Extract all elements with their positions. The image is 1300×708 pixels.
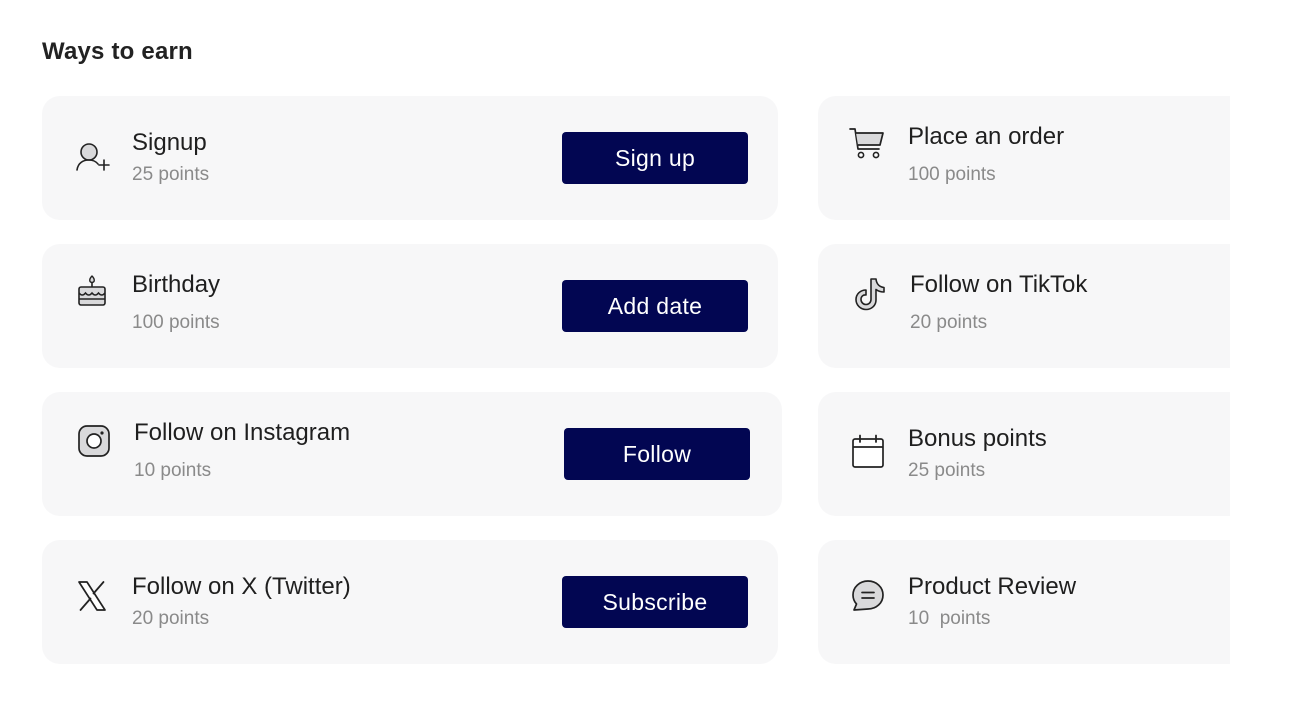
earn-card-title: Follow on TikTok (910, 271, 1088, 298)
sign-up-button[interactable]: Sign up (562, 132, 748, 184)
earn-card-title: Follow on X (Twitter) (132, 573, 351, 600)
subscribe-button[interactable]: Subscribe (562, 576, 748, 628)
earn-card-points: 25 points (908, 460, 986, 481)
chat-bubble-icon (849, 577, 887, 615)
earn-card-place-order: Place an order 100 points (818, 96, 1230, 220)
earn-card-points: 25 points (132, 164, 210, 185)
earn-card-points: 20 points (910, 312, 988, 333)
earn-card-points: 20 points (132, 608, 210, 629)
earn-card-points: 100 points (132, 312, 220, 333)
earn-card-birthday: Birthday 100 points Add date (42, 244, 778, 368)
earn-card-title: Birthday (132, 271, 221, 298)
ways-to-earn-page: Ways to earn Signup 25 points Sign up Bi… (0, 0, 1300, 708)
follow-button[interactable]: Follow (564, 428, 750, 480)
x-twitter-icon (73, 577, 111, 615)
earn-card-tiktok: Follow on TikTok 20 points (818, 244, 1230, 368)
earn-card-x-twitter: Follow on X (Twitter) 20 points Subscrib… (42, 540, 778, 664)
earn-card-title: Bonus points (908, 425, 1047, 452)
user-plus-icon (74, 139, 112, 177)
earn-card-title: Product Review (908, 573, 1077, 600)
earn-card-title: Follow on Instagram (134, 419, 351, 446)
earn-card-product-review: Product Review 10 points (818, 540, 1230, 664)
section-title: Ways to earn (42, 38, 193, 65)
earn-card-signup: Signup 25 points Sign up (42, 96, 778, 220)
earn-card-points: 100 points (908, 164, 996, 185)
shopping-cart-icon (848, 124, 886, 162)
earn-card-instagram: Follow on Instagram 10 points Follow (42, 392, 782, 516)
add-date-button[interactable]: Add date (562, 280, 748, 332)
earn-card-title: Place an order (908, 123, 1065, 150)
earn-card-points: 10 points (134, 460, 212, 481)
calendar-icon (849, 433, 887, 471)
earn-card-bonus-points: Bonus points 25 points (818, 392, 1230, 516)
earn-card-points: 10 points (908, 608, 991, 629)
birthday-cake-icon (73, 272, 111, 310)
tiktok-icon (851, 275, 889, 313)
instagram-icon (75, 422, 113, 460)
earn-card-title: Signup (132, 129, 207, 156)
